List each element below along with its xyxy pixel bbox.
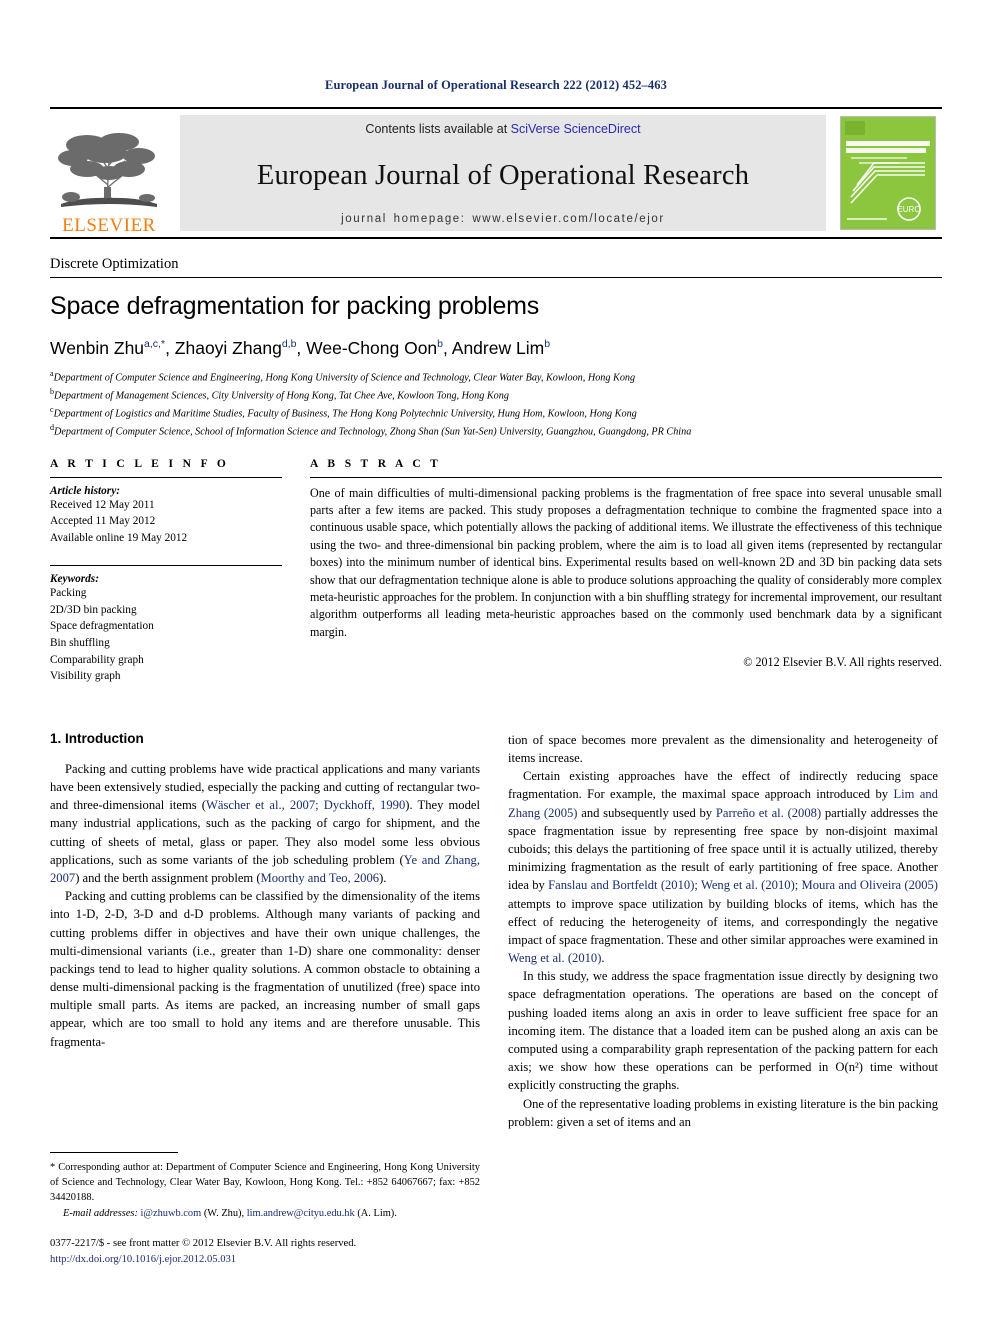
abstract-copyright: © 2012 Elsevier B.V. All rights reserved…: [743, 655, 942, 670]
keyword-item: 2D/3D bin packing: [50, 603, 137, 616]
intro-left-paragraphs: Packing and cutting problems have wide p…: [50, 760, 480, 1051]
issn-doi-block: 0377-2217/$ - see front matter © 2012 El…: [50, 1236, 610, 1268]
elsevier-tree-icon: [57, 129, 161, 215]
journal-homepage-line[interactable]: journal homepage: www.elsevier.com/locat…: [341, 213, 665, 225]
email-note: E-mail addresses: i@zhuwb.com (W. Zhu), …: [50, 1206, 480, 1221]
body-paragraph: tion of space becomes more prevalent as …: [508, 732, 938, 766]
affiliation-list: aDepartment of Computer Science and Engi…: [50, 368, 942, 440]
article-history-label: Article history:: [50, 484, 120, 497]
author-name: Wenbin Zhu: [50, 338, 145, 358]
author-affiliation-mark: b: [544, 338, 551, 351]
footnote-rule: [50, 1152, 178, 1153]
keyword-item: Comparability graph: [50, 653, 144, 666]
article-history-item: Available online 19 May 2012: [50, 531, 188, 544]
journal-banner: Contents lists available at SciVerse Sci…: [180, 115, 826, 231]
author-affiliation-mark: b: [437, 338, 444, 351]
keyword-item: Bin shuffling: [50, 637, 110, 650]
body-paragraph: Packing and cutting problems have wide p…: [50, 761, 480, 885]
email-owner-zhu: (W. Zhu),: [203, 1207, 245, 1219]
running-head: European Journal of Operational Research…: [325, 78, 667, 92]
contents-available-line: Contents lists available at SciVerse Sci…: [365, 122, 640, 136]
affiliation-mark: c: [50, 404, 54, 414]
email-label: E-mail addresses:: [63, 1207, 138, 1219]
info-abstract-block: A R T I C L E I N F O Article history: R…: [50, 458, 942, 685]
citation-link[interactable]: Wäscher et al., 2007; Dyckhoff, 1990: [206, 798, 405, 812]
author-affiliation-mark: d,b: [281, 338, 297, 351]
affiliation-mark: a: [50, 369, 54, 378]
citation-link[interactable]: Parreño et al. (2008): [716, 806, 821, 820]
journal-masthead: ELSEVIER Contents lists available at Sci…: [50, 107, 942, 239]
article-history-item: Received 12 May 2011: [50, 498, 155, 511]
corresponding-author-note: * Corresponding author at: Department of…: [50, 1162, 480, 1204]
svg-text:EURO: EURO: [897, 205, 920, 214]
email-owner-lim: (A. Lim).: [357, 1207, 397, 1219]
keyword-item: Space defragmentation: [50, 620, 154, 633]
affiliation-item: bDepartment of Management Sciences, City…: [50, 386, 509, 402]
sciencedirect-link[interactable]: SciVerse ScienceDirect: [511, 122, 641, 136]
body-column-left: 1. Introduction Packing and cutting prob…: [50, 731, 480, 1131]
paper-page: European Journal of Operational Research…: [0, 0, 992, 1323]
abstract-heading: A B S T R A C T: [310, 457, 442, 470]
abstract-text: One of main difficulties of multi-dimens…: [310, 485, 942, 639]
abstract-rule: [310, 476, 942, 478]
affiliation-item: aDepartment of Computer Science and Engi…: [50, 369, 636, 384]
citation-link[interactable]: Moorthy and Teo, 2006: [261, 871, 380, 885]
article-info-column: A R T I C L E I N F O Article history: R…: [50, 458, 282, 685]
keyword-lines: Packing 2D/3D bin packing Space defragment…: [50, 585, 282, 685]
body-paragraph: Packing and cutting problems can be clas…: [50, 889, 480, 1049]
divider-under-section-label: [50, 277, 942, 278]
author-list: Wenbin Zhua,c,*, Zhaoyi Zhangd,b, Wee-Ch…: [50, 338, 551, 358]
intro-right-paragraphs: tion of space becomes more prevalent as …: [508, 731, 938, 1131]
email-link-zhu[interactable]: i@zhuwb.com: [141, 1208, 202, 1219]
article-history-lines: Received 12 May 2011 Accepted 11 May 2012…: [50, 497, 282, 547]
citation-link[interactable]: Weng et al. (2010): [508, 951, 601, 965]
journal-section-label: Discrete Optimization: [50, 256, 179, 272]
abstract-column: A B S T R A C T One of main difficulties…: [310, 458, 942, 685]
issn-line: 0377-2217/$ - see front matter © 2012 El…: [50, 1238, 357, 1249]
body-paragraph: In this study, we address the space frag…: [508, 969, 938, 1093]
article-info-rule-mid: [50, 565, 282, 567]
footnote-block: * Corresponding author at: Department of…: [50, 1152, 480, 1221]
body-columns: 1. Introduction Packing and cutting prob…: [50, 731, 942, 1131]
journal-cover-thumbnail: EURO: [834, 114, 942, 232]
body-paragraph: Certain existing approaches have the eff…: [508, 769, 938, 966]
elsevier-logo: ELSEVIER: [50, 109, 168, 237]
keywords-label: Keywords:: [50, 573, 99, 586]
article-history-item: Accepted 11 May 2012: [50, 515, 156, 528]
keyword-item: Visibility graph: [50, 670, 121, 683]
citation-link[interactable]: Fanslau and Bortfeldt (2010); Weng et al…: [548, 878, 938, 892]
elsevier-wordmark: ELSEVIER: [62, 215, 156, 236]
contents-prefix: Contents lists available at: [365, 122, 511, 136]
author-name: Andrew Lim: [451, 338, 545, 358]
section-heading-introduction: 1. Introduction: [50, 730, 144, 746]
body-paragraph: One of the representative loading proble…: [508, 1096, 938, 1129]
affiliation-item: cDepartment of Logistics and Maritime St…: [50, 404, 637, 420]
affiliation-mark: d: [50, 422, 54, 432]
article-info-heading: A R T I C L E I N F O: [50, 457, 230, 470]
affiliation-item: dDepartment of Computer Science, School …: [50, 422, 692, 438]
affiliation-mark: b: [50, 386, 54, 396]
body-column-right: tion of space becomes more prevalent as …: [508, 731, 938, 1131]
author-affiliation-mark: a,c,*: [144, 338, 166, 351]
journal-title: European Journal of Operational Research: [256, 159, 750, 191]
email-link-lim[interactable]: lim.andrew@cityu.edu.hk: [247, 1208, 355, 1219]
page-title: Space defragmentation for packing proble…: [50, 292, 540, 320]
article-info-rule-top: [50, 476, 282, 478]
keyword-item: Packing: [50, 587, 87, 600]
doi-link[interactable]: http://dx.doi.org/10.1016/j.ejor.2012.05…: [50, 1252, 610, 1268]
author-name: Zhaoyi Zhang: [174, 338, 282, 358]
author-name: Wee-Chong Oon: [306, 338, 438, 358]
